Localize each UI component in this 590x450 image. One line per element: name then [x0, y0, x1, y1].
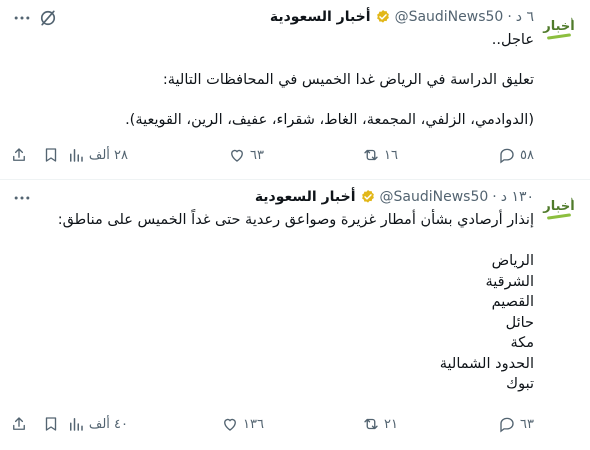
grok-icon[interactable]	[38, 8, 58, 28]
more-icon[interactable]	[12, 8, 32, 28]
tweet-text: إنذار أرصادي بشأن أمطار غزيرة وصواعق رعد…	[57, 212, 534, 392]
avatar[interactable]: أخبار	[542, 12, 576, 46]
views-icon	[69, 418, 83, 431]
display-name[interactable]: أخبار السعودية	[255, 189, 356, 205]
timestamp[interactable]: ٦ د	[516, 9, 534, 25]
like-button[interactable]: ٦٣	[228, 146, 264, 164]
like-icon	[231, 149, 243, 162]
tweet-actions: ٦٣ ٢١ ١٣٦ ٤٠ ألف	[10, 412, 534, 436]
like-count: ١٣٦	[243, 416, 264, 432]
handle[interactable]: @SaudiNews50	[380, 189, 489, 205]
avatar-logo-swoosh	[546, 213, 572, 220]
repost-button[interactable]: ٢١	[362, 415, 398, 433]
verified-badge-icon	[376, 10, 389, 23]
handle[interactable]: @SaudiNews50	[395, 9, 504, 25]
tweet[interactable]: أخبار أخبار السعودية @SaudiNews50 · ٦ د …	[0, 0, 590, 180]
separator-dot: ·	[492, 189, 497, 205]
timestamp[interactable]: ١٣٠ د	[501, 189, 534, 205]
verified-badge-icon	[361, 190, 374, 203]
avatar-logo-swoosh	[546, 33, 572, 40]
repost-button[interactable]: ١٦	[362, 146, 398, 164]
avatar-logo-text: أخبار	[543, 19, 575, 34]
reply-count: ٦٣	[520, 416, 534, 432]
bookmark-icon	[45, 148, 57, 162]
tweet-header: أخبار السعودية @SaudiNews50 · ٦ د	[270, 8, 534, 26]
tweet-text: عاجل.. تعليق الدراسة في الرياض غدا الخمي…	[125, 32, 534, 128]
bookmark-button[interactable]	[42, 146, 60, 164]
views-count: ٤٠ ألف	[88, 416, 128, 432]
display-name[interactable]: أخبار السعودية	[270, 9, 371, 25]
reply-button[interactable]: ٥٨	[498, 146, 534, 164]
timeline-feed: أخبار أخبار السعودية @SaudiNews50 · ٦ د …	[0, 0, 590, 450]
reply-button[interactable]: ٦٣	[498, 415, 534, 433]
repost-count: ٢١	[384, 416, 398, 432]
like-icon	[224, 418, 236, 431]
share-icon	[13, 148, 25, 161]
repost-icon	[364, 149, 378, 161]
reply-count: ٥٨	[520, 147, 534, 163]
reply-icon	[500, 148, 514, 164]
share-button[interactable]	[10, 146, 28, 164]
views-icon	[69, 149, 83, 162]
share-icon	[13, 417, 25, 430]
share-button[interactable]	[10, 415, 28, 433]
bookmark-button[interactable]	[42, 415, 60, 433]
tweet-actions: ٥٨ ١٦ ٦٣ ٢٨ ألف	[10, 143, 534, 167]
avatar-logo-text: أخبار	[543, 199, 575, 214]
tweet[interactable]: أخبار أخبار السعودية @SaudiNews50 · ١٣٠ …	[0, 180, 590, 450]
views-button[interactable]: ٤٠ ألف	[67, 415, 128, 433]
more-icon[interactable]	[12, 188, 32, 208]
repost-count: ١٦	[384, 147, 398, 163]
views-button[interactable]: ٢٨ ألف	[67, 146, 128, 164]
separator-dot: ·	[507, 9, 512, 25]
views-count: ٢٨ ألف	[88, 147, 128, 163]
bookmark-icon	[45, 417, 57, 431]
like-button[interactable]: ١٣٦	[221, 415, 264, 433]
tweet-header: أخبار السعودية @SaudiNews50 · ١٣٠ د	[255, 188, 534, 206]
like-count: ٦٣	[250, 147, 264, 163]
reply-icon	[500, 417, 514, 433]
repost-icon	[364, 418, 378, 430]
avatar[interactable]: أخبار	[542, 192, 576, 226]
